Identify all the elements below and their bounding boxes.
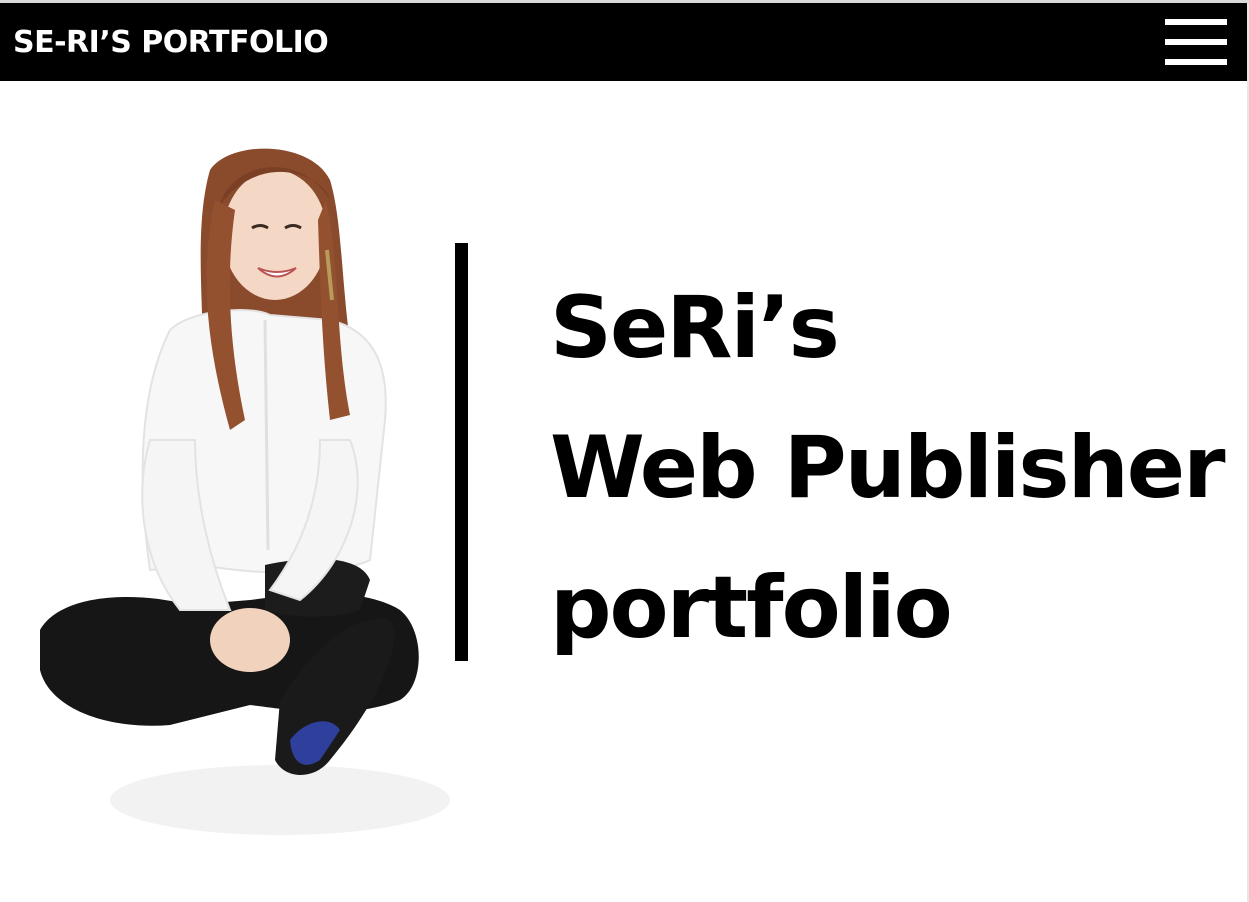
hero-line-portfolio: portfolio (550, 558, 953, 658)
vertical-divider (455, 243, 468, 661)
menu-bar-bottom (1165, 59, 1227, 65)
hero-title: SeRi’s Web Publisher portfolio (550, 258, 1226, 678)
profile-photo (40, 148, 450, 835)
hero-line-name: SeRi’s (550, 278, 840, 378)
site-header: SE-RI’S PORTFOLIO (0, 3, 1247, 81)
hero-line-role: Web Publisher (550, 418, 1226, 518)
brand-logo-link[interactable]: SE-RI’S PORTFOLIO (13, 25, 329, 60)
hamburger-menu-icon[interactable] (1165, 19, 1227, 65)
menu-bar-middle (1165, 39, 1227, 45)
menu-bar-top (1165, 19, 1227, 25)
